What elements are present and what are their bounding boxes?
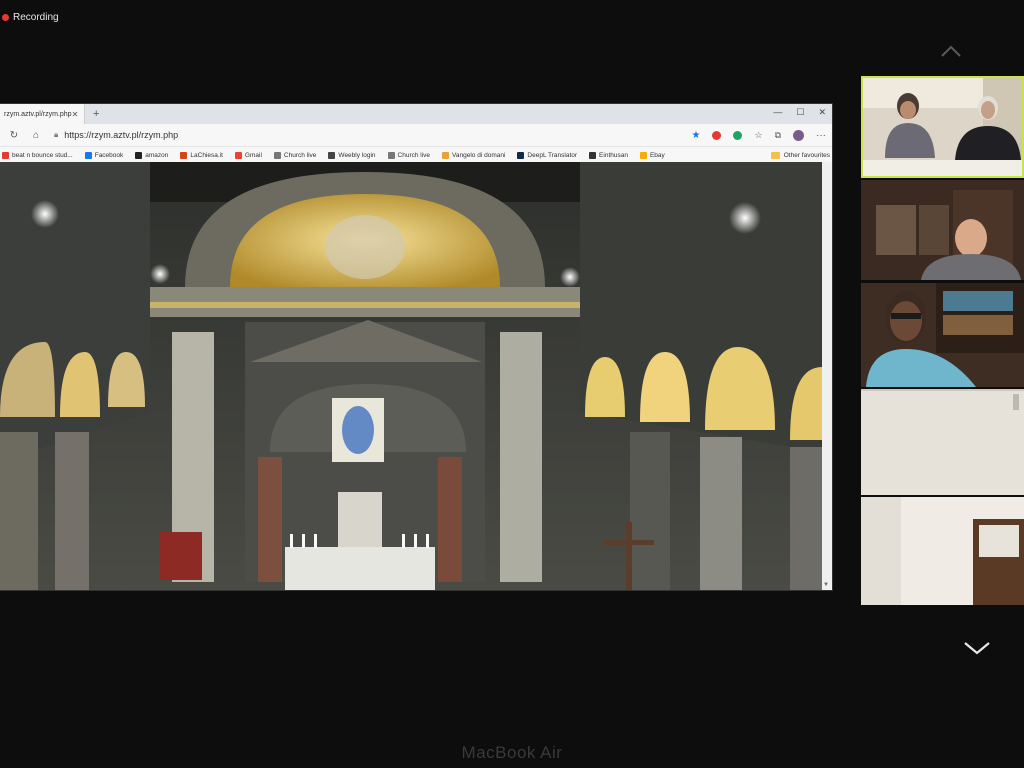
bookmark-favicon-icon [589, 151, 597, 159]
url-field[interactable]: https://rzym.aztv.pl/rzym.php [64, 130, 178, 140]
laptop-screen: Recording rzym.aztv.pl/rzym.php ✕ + — ☐ … [0, 0, 1024, 700]
bookmark-item[interactable]: amazon [135, 151, 169, 159]
device-brand-label: MacBook Air [461, 743, 563, 762]
bookmark-favicon-icon [273, 151, 281, 159]
recording-indicator: Recording [2, 12, 59, 23]
more-menu-icon[interactable]: ··· [816, 130, 826, 141]
close-tab-icon[interactable]: ✕ [72, 110, 79, 119]
participant-video-3[interactable] [861, 283, 1024, 387]
tab-bar: rzym.aztv.pl/rzym.php ✕ + — ☐ ✕ [0, 104, 832, 124]
participant-video-5[interactable] [861, 497, 1024, 605]
bookmark-favicon-icon [328, 151, 336, 159]
profile-avatar[interactable] [793, 129, 804, 141]
bookmark-label: Einthusan [599, 151, 628, 159]
extension-red-icon[interactable] [712, 130, 722, 140]
bookmark-label: beat n bounce stud... [12, 151, 73, 159]
participant-video-feed [861, 389, 1024, 495]
bookmark-item[interactable]: Gmail [234, 151, 262, 159]
browser-tab[interactable]: rzym.aztv.pl/rzym.php ✕ [0, 104, 85, 124]
bookmark-label: Ebay [649, 151, 665, 159]
bookmark-label: Weebly login [338, 151, 376, 159]
bookmark-label: Church live [283, 151, 317, 159]
chevron-up-icon[interactable] [940, 44, 962, 58]
bookmark-favicon-icon [442, 151, 450, 159]
bookmark-label: Gmail [244, 151, 262, 159]
scroll-down-icon[interactable]: ▼ [823, 582, 829, 588]
address-bar: ↻ ⌂ 🔒︎ https://rzym.aztv.pl/rzym.php ★ ☆… [0, 124, 832, 147]
refresh-icon[interactable]: ↻ [6, 130, 22, 141]
participant-video-feed [861, 497, 1024, 605]
bookmark-item[interactable]: Facebook [84, 151, 124, 159]
close-window-icon[interactable]: ✕ [818, 107, 826, 118]
minimize-icon[interactable]: — [773, 107, 782, 118]
participant-video-feed [861, 283, 1024, 387]
bookmark-item[interactable]: beat n bounce stud... [2, 151, 73, 159]
participant-video-2[interactable] [861, 180, 1024, 280]
other-favourites-button[interactable]: Other favourites [770, 151, 830, 159]
participant-video-feed [863, 78, 1022, 176]
bookmark-favicon-icon [234, 151, 242, 159]
bookmark-favicon-icon [387, 151, 395, 159]
webpage-content [0, 162, 822, 590]
bookmark-label: amazon [145, 151, 169, 159]
bookmark-item[interactable]: Ebay [639, 151, 665, 159]
bookmark-item[interactable]: LaChiesa.it [180, 151, 223, 159]
bookmark-label: Facebook [94, 151, 124, 159]
home-icon[interactable]: ⌂ [28, 130, 44, 141]
bookmark-favicon-icon [84, 151, 92, 159]
browser-window: rzym.aztv.pl/rzym.php ✕ + — ☐ ✕ ↻ ⌂ 🔒︎ h… [0, 104, 832, 590]
recording-dot-icon [2, 14, 9, 21]
bookmark-item[interactable]: Church live [273, 151, 317, 159]
bookmark-item[interactable]: Einthusan [589, 151, 628, 159]
bookmark-item[interactable]: DeepL Translator [517, 151, 578, 159]
lock-icon: 🔒︎ [54, 130, 59, 139]
bookmark-label: DeepL Translator [527, 151, 578, 159]
extension-green-icon[interactable] [733, 130, 743, 140]
bookmark-favicon-icon [2, 151, 9, 159]
maximize-icon[interactable]: ☐ [796, 107, 804, 118]
recording-label: Recording [13, 12, 59, 23]
bookmark-item[interactable]: Church live [387, 151, 431, 159]
bookmark-label: Church live [397, 151, 431, 159]
participant-video-active-speaker[interactable] [861, 76, 1024, 178]
participant-video-feed [861, 180, 1024, 280]
folder-icon [770, 151, 780, 159]
bookmark-item[interactable]: Weebly login [328, 151, 376, 159]
participant-video-4[interactable] [861, 389, 1024, 495]
collections-icon[interactable]: ⧉ [775, 130, 781, 141]
favorites-icon[interactable]: ☆ [754, 130, 762, 141]
bookmark-label: Vangelo di domani [452, 151, 506, 159]
church-interior-image [0, 162, 822, 590]
bookmark-favicon-icon [517, 151, 525, 159]
favorite-star-icon[interactable]: ★ [692, 130, 701, 141]
tab-title: rzym.aztv.pl/rzym.php [4, 110, 72, 118]
chevron-down-icon[interactable] [963, 640, 991, 656]
bookmark-favicon-icon [135, 151, 143, 159]
page-scrollbar[interactable]: ▼ [822, 162, 832, 590]
new-tab-icon[interactable]: + [93, 108, 99, 120]
bookmark-favicon-icon [180, 151, 188, 159]
bookmark-favicon-icon [639, 151, 647, 159]
bookmark-item[interactable]: Vangelo di domani [442, 151, 506, 159]
other-favourites-label: Other favourites [783, 151, 830, 159]
bookmark-label: LaChiesa.it [190, 151, 223, 159]
